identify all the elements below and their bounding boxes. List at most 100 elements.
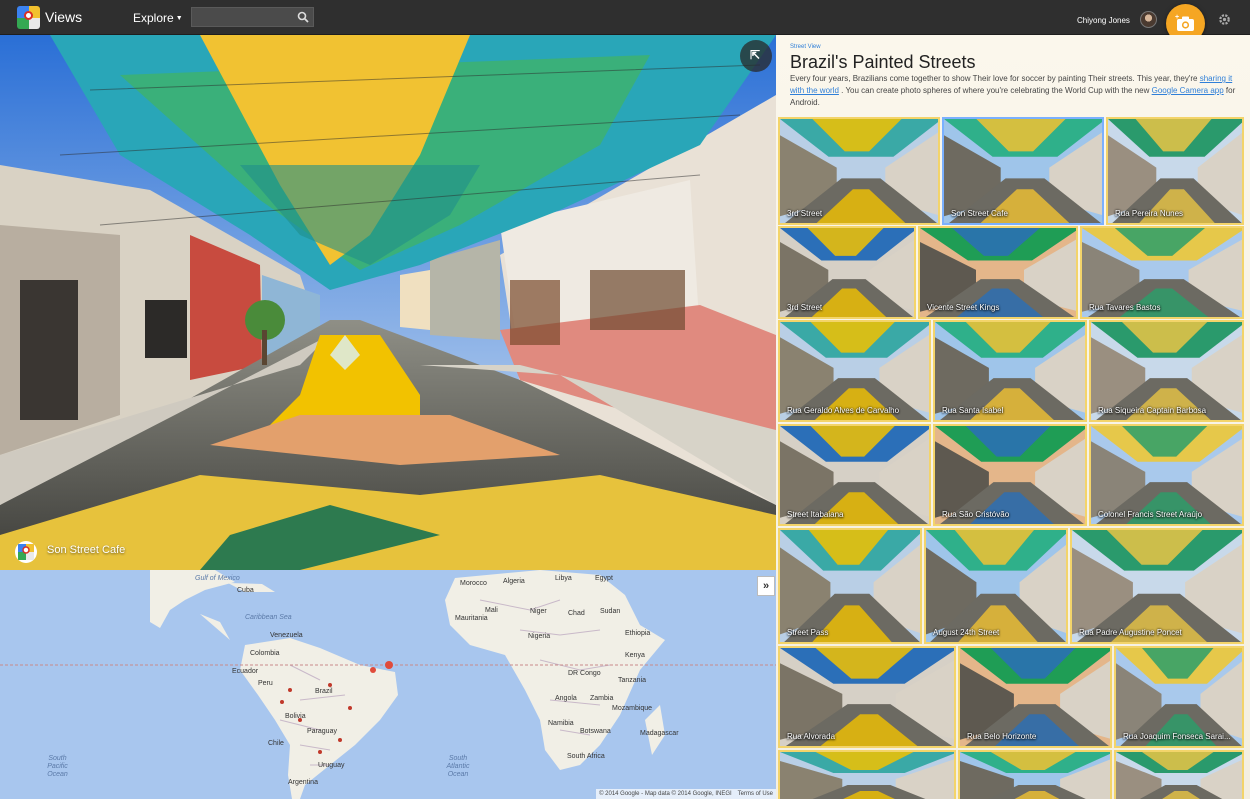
thumbnail-label: Rua Siqueira Captain Barbosa <box>1098 406 1207 415</box>
street-thumbnail[interactable]: Rua Geraldo Alves de Carvalho <box>778 320 931 422</box>
expand-icon: ⇱ <box>750 48 761 62</box>
map-label: Gulf of Mexico <box>195 575 240 582</box>
map-label: Madagascar <box>640 730 679 737</box>
gear-icon[interactable] <box>1218 13 1231 26</box>
map-label: Zambia <box>590 695 614 702</box>
thumbnail-label: Rua Alvorada <box>787 732 836 741</box>
map-label: South Africa <box>567 753 605 760</box>
street-thumbnail[interactable] <box>1114 750 1244 799</box>
app-name[interactable]: Views <box>45 9 82 25</box>
thumbnail-label: Rua Geraldo Alves de Carvalho <box>787 406 900 415</box>
map-label: DR Congo <box>568 670 601 677</box>
thumbnail-label: Rua Belo Horizonte <box>967 732 1037 741</box>
search-box <box>191 7 314 27</box>
map-label: Sudan <box>600 608 621 615</box>
collection-panel: Street View Brazil's Painted Streets Eve… <box>776 35 1250 799</box>
street-thumbnail[interactable]: Street Pass <box>778 528 922 644</box>
map-label: Namibia <box>548 720 574 727</box>
map-label: South Pacific Ocean <box>47 755 68 778</box>
thumbnail-label: 3rd Street <box>787 303 823 312</box>
street-thumbnail[interactable]: Rua Joaquim Fonseca Sarai... <box>1114 646 1244 748</box>
street-thumbnail[interactable]: Rua São Cristóvão <box>933 424 1087 526</box>
street-thumbnail[interactable]: Rua Padre Augustine Poncet <box>1070 528 1244 644</box>
map-label: Chile <box>268 740 284 747</box>
street-thumbnail[interactable]: Street Itabaiana <box>778 424 931 526</box>
thumbnail-label: Rua Pereira Nunes <box>1115 209 1184 218</box>
street-view-image[interactable] <box>0 35 776 570</box>
thumbnail-image <box>960 752 1110 799</box>
map-label: Kenya <box>625 652 645 659</box>
map-label: Niger <box>530 608 547 615</box>
thumbnail-label: August 24th Street <box>933 628 1000 637</box>
collection-category-link[interactable]: Street View <box>790 44 821 50</box>
thumbnail-label: 3rd Street <box>787 209 823 218</box>
map-label: Mauritania <box>455 615 488 622</box>
terms-link[interactable]: Terms of Use <box>738 791 773 797</box>
map-label: Nigeria <box>528 633 551 640</box>
top-bar: Views Explore ▼ Chiyong Jones + <box>0 0 1250 43</box>
thumbnail-label: Rua São Cristóvão <box>942 510 1010 519</box>
search-input[interactable] <box>196 10 291 24</box>
explore-menu[interactable]: Explore ▼ <box>133 11 183 25</box>
map-label: Angola <box>555 695 577 702</box>
street-thumbnail[interactable]: Vicente Street Kings <box>918 226 1078 319</box>
camera-icon: + <box>1175 14 1194 31</box>
user-name[interactable]: Chiyong Jones <box>1077 16 1130 25</box>
search-icon[interactable] <box>297 11 309 23</box>
thumbnail-label: Colonel Francis Street Araújo <box>1098 510 1203 519</box>
expand-button[interactable]: ⇱ <box>740 40 772 72</box>
street-thumbnail[interactable]: Colonel Francis Street Araújo <box>1089 424 1244 526</box>
thumbnail-label: Rua Padre Augustine Poncet <box>1079 628 1182 637</box>
explore-label: Explore <box>133 11 174 25</box>
street-thumbnail[interactable]: Rua Santa Isabel <box>933 320 1087 422</box>
thumbnail-image <box>780 530 920 642</box>
map-label: Mozambique <box>612 705 653 712</box>
collapse-map-button[interactable]: » <box>757 576 775 596</box>
caret-down-icon: ▼ <box>175 15 183 23</box>
street-thumbnail[interactable]: Rua Siqueira Captain Barbosa <box>1089 320 1244 422</box>
street-thumbnail[interactable]: Rua Alvorada <box>778 646 956 748</box>
map-label: Algeria <box>503 578 525 585</box>
map-label: Venezuela <box>270 632 303 639</box>
street-thumbnail[interactable]: Rua Belo Horizonte <box>958 646 1112 748</box>
map-label: Cuba <box>237 587 254 594</box>
camera-app-link[interactable]: Google Camera app <box>1152 86 1224 95</box>
thumbnail-label: Street Pass <box>787 628 829 637</box>
map-land[interactable] <box>0 570 776 799</box>
street-thumbnail[interactable]: 3rd Street <box>778 117 940 225</box>
collection-title: Brazil's Painted Streets <box>790 52 976 72</box>
map-label: Tanzania <box>618 677 647 684</box>
map-copyright: © 2014 Google - Map data © 2014 Google, … <box>599 791 732 797</box>
street-view-title: Son Street Cafe <box>47 544 126 556</box>
world-map[interactable]: Gulf of Mexico Cuba Caribbean Sea Venezu… <box>0 570 776 799</box>
street-thumbnail[interactable]: August 24th Street <box>924 528 1068 644</box>
avatar[interactable] <box>1140 11 1157 28</box>
street-thumbnail[interactable]: Rua Tavares Bastos <box>1080 226 1244 319</box>
street-view-panorama[interactable]: ⇱ Son Street Cafe <box>0 35 776 570</box>
thumbnail-image <box>1116 752 1242 799</box>
description-text: Every four years, Brazilians come togeth… <box>790 74 1198 83</box>
street-thumbnail[interactable]: Rua Pereira Nunes <box>1106 117 1244 225</box>
street-thumbnail[interactable] <box>778 750 956 799</box>
thumbnail-image <box>780 752 954 799</box>
map-attribution: © 2014 Google - Map data © 2014 Google, … <box>596 789 776 799</box>
map-label: Uruguay <box>318 762 345 769</box>
street-thumbnail[interactable]: 3rd Street <box>778 226 916 319</box>
map-label: Argentina <box>288 779 318 786</box>
map-label: Egypt <box>595 575 613 582</box>
thumbnail-image <box>1072 530 1242 642</box>
views-logo-icon[interactable] <box>17 6 40 29</box>
street-thumbnail[interactable]: Son Street Cafe <box>942 117 1104 225</box>
street-view-pin-icon <box>15 541 37 563</box>
map-label: Brazil <box>315 688 333 695</box>
map-label: Caribbean Sea <box>245 614 292 621</box>
map-label: South Atlantic Ocean <box>446 755 470 778</box>
map-label: Libya <box>555 575 572 582</box>
collection-description: Every four years, Brazilians come togeth… <box>790 73 1236 109</box>
street-thumbnail[interactable] <box>958 750 1112 799</box>
description-text: . You can create photo spheres of where … <box>841 86 1150 95</box>
map-label: Morocco <box>460 580 487 587</box>
thumbnail-label: Rua Joaquim Fonseca Sarai... <box>1123 732 1231 741</box>
map-label: Peru <box>258 680 273 687</box>
collection-header: Street View Brazil's Painted Streets Eve… <box>776 35 1250 115</box>
